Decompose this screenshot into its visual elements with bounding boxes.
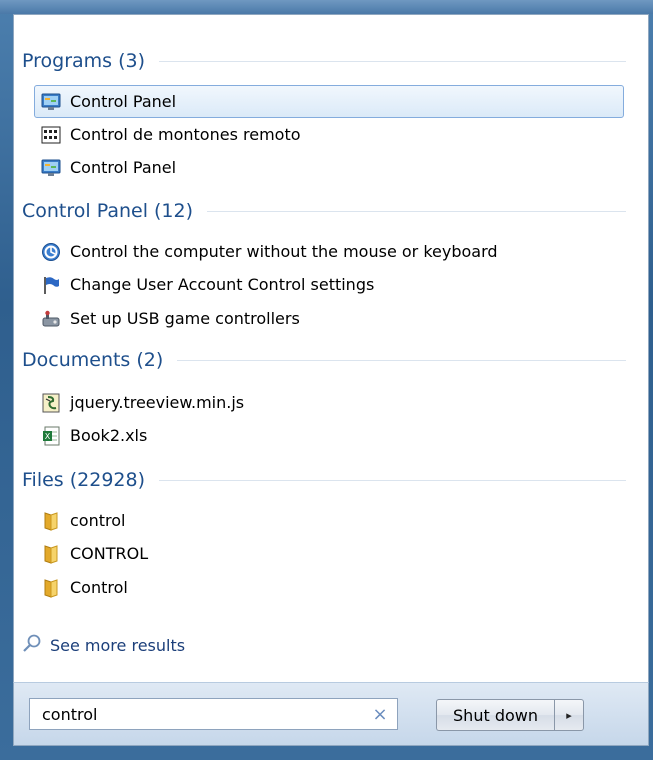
result-item-uac-settings[interactable]: Change User Account Control settings — [34, 268, 624, 301]
remote-control-icon — [41, 125, 61, 145]
result-item-label: Set up USB game controllers — [70, 309, 300, 328]
folder-icon — [41, 578, 61, 598]
start-menu-frame: Programs (3) Control Panel Control de mo… — [0, 0, 653, 760]
group-divider — [159, 479, 626, 481]
result-item-book2-xls[interactable]: X Book2.xls — [34, 419, 624, 452]
result-item-usb-game-controllers[interactable]: Set up USB game controllers — [34, 302, 624, 335]
result-item-label: CONTROL — [70, 544, 149, 563]
group-header-files: Files (22928) — [22, 466, 626, 494]
control-panel-icon — [41, 92, 61, 112]
group-title-files: Files (22928) — [22, 469, 145, 491]
shutdown-options-button[interactable]: ▸ — [554, 699, 584, 731]
result-item-label: control — [70, 511, 126, 530]
group-header-documents: Documents (2) — [22, 346, 626, 374]
search-box[interactable]: × — [29, 698, 398, 730]
excel-file-icon: X — [41, 426, 61, 446]
result-item-label: Control the computer without the mouse o… — [70, 242, 498, 261]
see-more-results-label: See more results — [50, 635, 186, 655]
group-title-documents: Documents (2) — [22, 349, 164, 371]
result-item-label: Book2.xls — [70, 426, 148, 445]
result-item-folder-control-title[interactable]: Control — [34, 571, 624, 604]
result-item-jquery-treeview[interactable]: jquery.treeview.min.js — [34, 386, 624, 419]
result-item-folder-control-upper[interactable]: CONTROL — [34, 537, 624, 570]
game-controller-icon — [41, 309, 61, 329]
frame-top-edge — [0, 0, 653, 14]
result-item-remote-control[interactable]: Control de montones remoto — [34, 118, 624, 151]
uac-flag-icon — [41, 275, 61, 295]
folder-icon — [41, 511, 61, 531]
group-title-programs: Programs (3) — [22, 50, 146, 72]
search-icon — [22, 633, 42, 657]
group-divider — [207, 210, 626, 212]
folder-icon — [41, 544, 61, 564]
group-header-programs: Programs (3) — [22, 47, 626, 75]
svg-text:X: X — [45, 432, 51, 441]
search-input[interactable] — [30, 699, 367, 729]
result-item-label: jquery.treeview.min.js — [70, 393, 245, 412]
result-item-label: Change User Account Control settings — [70, 275, 375, 294]
result-item-control-panel-2[interactable]: Control Panel — [34, 151, 624, 184]
group-header-control-panel: Control Panel (12) — [22, 197, 626, 225]
see-more-results-link[interactable]: See more results — [22, 632, 185, 658]
control-panel-icon — [41, 158, 61, 178]
group-divider — [177, 359, 626, 361]
ease-of-access-icon — [41, 242, 61, 262]
result-item-folder-control[interactable]: control — [34, 504, 624, 537]
group-title-control-panel: Control Panel (12) — [22, 200, 194, 222]
shutdown-control: Shut down ▸ — [436, 699, 584, 731]
result-item-label: Control de montones remoto — [70, 125, 301, 144]
result-item-control-panel[interactable]: Control Panel — [34, 85, 624, 118]
result-item-label: Control Panel — [70, 158, 177, 177]
script-file-icon — [41, 393, 61, 413]
group-divider — [159, 60, 626, 62]
shutdown-button[interactable]: Shut down — [436, 699, 554, 731]
result-item-label: Control Panel — [70, 92, 177, 111]
chevron-right-icon: ▸ — [566, 708, 572, 722]
clear-search-icon[interactable]: × — [367, 704, 393, 725]
result-item-label: Control — [70, 578, 128, 597]
result-item-ease-of-access[interactable]: Control the computer without the mouse o… — [34, 235, 624, 268]
